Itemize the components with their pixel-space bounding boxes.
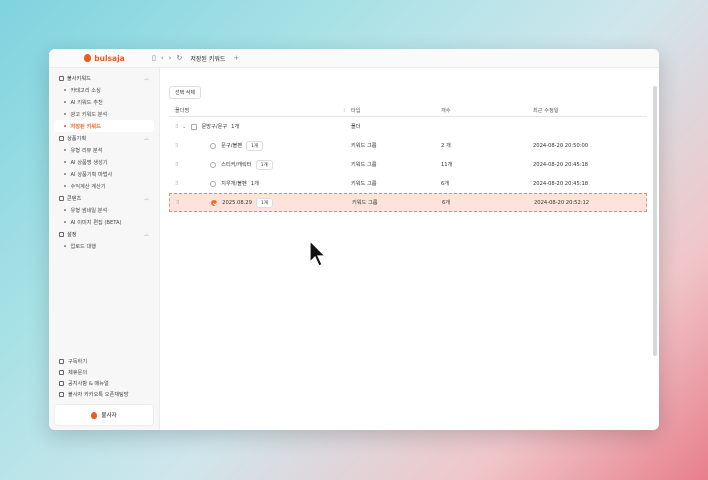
chevron-up-icon: ︿	[143, 195, 149, 202]
table-row[interactable]: ⠿ 문구/볼펜 1개 키워드 그룹 2 개 2024-08-20 20:50:00	[169, 136, 647, 155]
chevron-up-icon: ︿	[143, 135, 149, 142]
brand-logo: bulsaja	[94, 53, 125, 63]
sidebar-item-ai-planning-wizard[interactable]: AI 상품기획 마법사	[54, 168, 154, 180]
tab-saved-keywords[interactable]: 저장된 키워드	[190, 54, 225, 63]
refresh-icon[interactable]: ↻	[176, 54, 182, 62]
main-content: 선택 삭제 폴더명 ⁞ 타입 개수 최근 수정일 ⠿ ⌄ 문방구/문구 1개 폴더 ⠿ 문…	[160, 68, 659, 430]
sidebar-section-planning[interactable]: 상품기획 ︿	[54, 132, 154, 144]
partnership-link[interactable]: 제휴문의	[54, 367, 154, 378]
gear-icon	[59, 231, 64, 237]
chat-icon	[59, 392, 64, 397]
drag-handle-icon[interactable]: ⠿	[175, 124, 179, 130]
notice-link[interactable]: 공지사항 & 매뉴얼	[54, 378, 154, 389]
chevron-up-icon: ︿	[143, 75, 149, 82]
table-header: 폴더명 ⁞ 타입 개수 최근 수정일	[169, 105, 647, 117]
sidebar: 불사키워드 ︿ 카테고리 소싱 AI 키워드 추천 광고 키워드 분석 저장된 …	[49, 68, 160, 430]
table-row[interactable]: ⠿ 스티커/캐릭터 1개 키워드 그룹 11개 2024-08-20 20:45:1…	[169, 155, 647, 174]
flame-icon	[84, 54, 92, 62]
row-checkbox-checked[interactable]	[211, 199, 218, 206]
sidebar-item-category-sourcing[interactable]: 카테고리 소싱	[54, 84, 154, 96]
chevron-up-icon: ︿	[143, 231, 149, 238]
mouse-cursor-icon	[309, 240, 327, 267]
new-tab-button[interactable]: +	[233, 54, 239, 62]
flame-icon	[91, 411, 98, 419]
sidebar-item-ai-product-name[interactable]: AI 상품명 생성기	[54, 156, 154, 168]
keyword-table: 폴더명 ⁞ 타입 개수 최근 수정일 ⠿ ⌄ 문방구/문구 1개 폴더 ⠿ 문구/볼펜 1개…	[169, 105, 647, 212]
brand[interactable]: bulsaja	[49, 54, 160, 63]
sidebar-item-thumbnail-analysis[interactable]: 유형 썸네일 분석	[54, 204, 154, 216]
sidebar-section-settings[interactable]: 설정 ︿	[54, 228, 154, 240]
sidebar-icon[interactable]: ▯	[152, 54, 156, 62]
sidebar-item-ai-keyword[interactable]: AI 키워드 추천	[54, 96, 154, 108]
row-checkbox[interactable]	[210, 180, 217, 187]
drag-handle-icon[interactable]: ⠿	[175, 143, 179, 149]
sidebar-section-keywords[interactable]: 불사키워드 ︿	[54, 72, 154, 84]
table-row[interactable]: ⠿ ⌄ 문방구/문구 1개 폴더	[169, 117, 647, 136]
nav-controls: ▯ ‹ › ↻	[152, 54, 182, 62]
card-icon	[59, 359, 64, 364]
chevron-right-icon[interactable]: ›	[169, 54, 172, 62]
row-checkbox[interactable]	[210, 161, 217, 168]
handshake-icon	[59, 370, 64, 375]
row-checkbox[interactable]	[190, 123, 197, 130]
chevron-down-icon[interactable]: ⌄	[182, 124, 186, 130]
app-window: bulsaja ▯ ‹ › ↻ 저장된 키워드 + 불사키워드 ︿ 카테고리 소…	[49, 49, 659, 430]
scrollbar[interactable]	[653, 86, 657, 356]
chevron-left-icon[interactable]: ‹	[161, 54, 164, 62]
titlebar: bulsaja ▯ ‹ › ↻ 저장된 키워드 +	[49, 49, 659, 68]
drag-handle-icon[interactable]: ⠿	[176, 200, 180, 206]
user-card[interactable]: 불사자	[54, 404, 154, 426]
kakao-chat-link[interactable]: 불사자 카카오톡 오픈채팅방	[54, 389, 154, 400]
sidebar-item-upload-agency[interactable]: 업로드 대행	[54, 240, 154, 252]
box-icon	[59, 135, 64, 141]
drag-handle-icon[interactable]: ⠿	[175, 181, 179, 187]
image-icon	[59, 195, 64, 201]
row-checkbox[interactable]	[210, 142, 217, 149]
megaphone-icon	[59, 381, 64, 386]
drag-handle-icon[interactable]: ⠿	[175, 162, 179, 168]
table-row[interactable]: ⠿ 지우개/볼펜 1개 키워드 그룹 6개 2024-08-20 20:45:18	[169, 174, 647, 193]
select-delete-button[interactable]: 선택 삭제	[169, 86, 201, 99]
sidebar-item-ad-keyword[interactable]: 광고 키워드 분석	[54, 108, 154, 120]
sidebar-item-profit-calculator[interactable]: 수익계산 계산기	[54, 180, 154, 192]
subscribe-link[interactable]: 구독하기	[54, 356, 154, 367]
sidebar-item-saved-keywords[interactable]: 저장된 키워드	[54, 120, 154, 132]
sidebar-item-ai-image-edit[interactable]: AI 이미지 편집 (BETA)	[54, 216, 154, 228]
table-row-dragging[interactable]: ⠿ 2025.08.29 1개 키워드 그룹 6개 2024-08-20 20:52…	[169, 193, 647, 212]
sidebar-item-review-analysis[interactable]: 유형 리뷰 분석	[54, 144, 154, 156]
sidebar-section-content[interactable]: 콘텐츠 ︿	[54, 192, 154, 204]
fire-icon	[59, 75, 64, 81]
